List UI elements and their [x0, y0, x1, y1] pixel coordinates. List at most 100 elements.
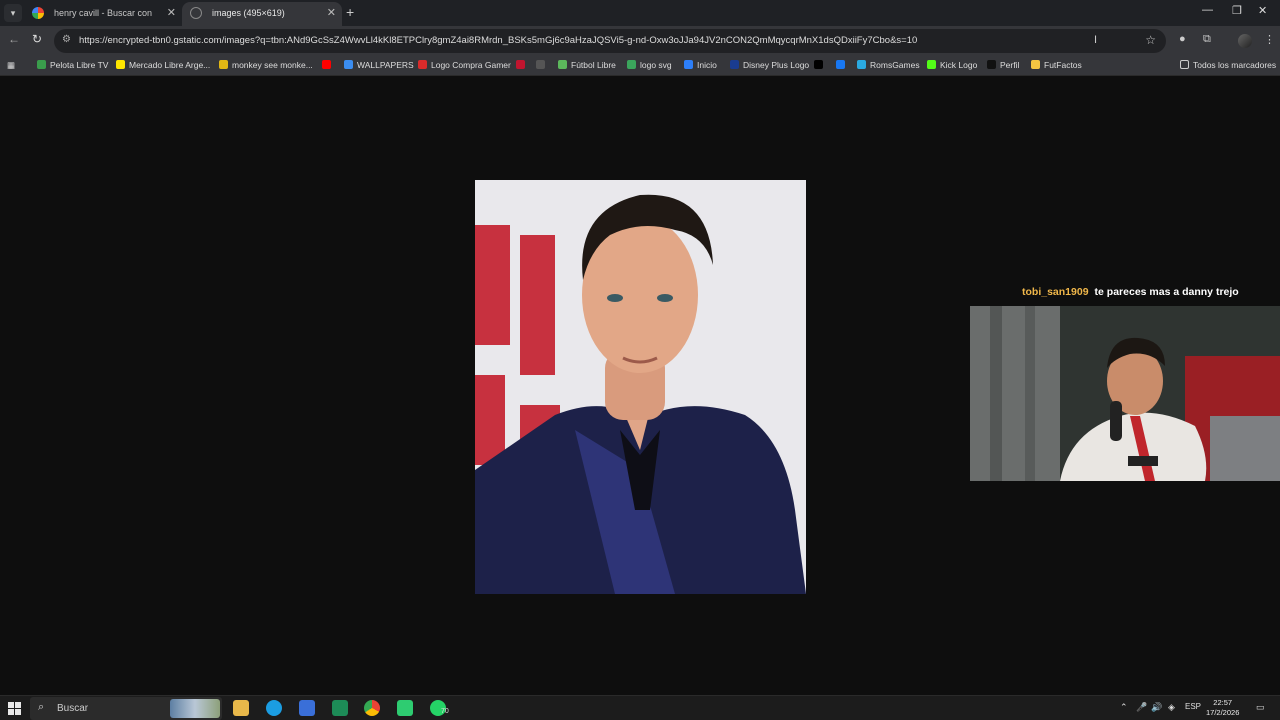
bookmark-item[interactable]: RomsGames [857, 60, 920, 70]
file-explorer-icon[interactable] [233, 700, 249, 716]
site-info-icon[interactable]: ⚙ [62, 34, 71, 45]
extension-icon[interactable]: ● [1179, 33, 1186, 45]
bookmark-favicon-icon [730, 60, 739, 69]
notifications-icon[interactable]: ▭ [1256, 702, 1265, 713]
folder-icon [1180, 60, 1189, 69]
bookmark-item[interactable] [516, 60, 529, 70]
store-icon[interactable] [299, 700, 315, 716]
menu-dots-icon[interactable]: ⋮ [1264, 33, 1275, 46]
close-tab-icon[interactable]: ✕ [327, 2, 336, 24]
bookmark-favicon-icon [37, 60, 46, 69]
tab-strip: ▾ henry cavill - Buscar con Google ✕ ima… [0, 0, 1280, 26]
bookmark-favicon-icon [516, 60, 525, 69]
chat-username: tobi_san1909 [1022, 286, 1089, 298]
app-icon[interactable] [397, 700, 413, 716]
bookmark-item[interactable]: Kick Logo [927, 60, 977, 70]
chat-message: tobi_san1909 te pareces mas a danny trejo [1022, 286, 1239, 298]
back-icon[interactable]: ← [8, 32, 20, 46]
windows-start-icon[interactable] [8, 702, 21, 715]
bookmark-star-icon[interactable]: ☆ [1145, 33, 1156, 47]
bookmark-item[interactable]: WALLPAPERS [344, 60, 414, 70]
new-tab-button[interactable]: + [346, 4, 354, 20]
bookmark-label: Mercado Libre Arge... [129, 60, 211, 70]
portrait-image[interactable] [475, 180, 806, 594]
profile-avatar[interactable] [1238, 34, 1252, 48]
bookmark-item[interactable]: Mercado Libre Arge... [116, 60, 210, 70]
bookmark-label: Perfil [1000, 60, 1020, 70]
bookmark-favicon-icon [1031, 60, 1040, 69]
bookmark-favicon-icon [536, 60, 545, 69]
text-cursor-icon: I [1094, 34, 1098, 46]
bookmark-label: logo svg [640, 60, 672, 70]
portrait-illustration [475, 180, 806, 594]
bookmark-item[interactable] [836, 60, 849, 70]
bookmark-favicon-icon [684, 60, 693, 69]
bookmark-item[interactable]: Inicio [684, 60, 717, 70]
restore-icon[interactable]: ❐ [1232, 4, 1242, 17]
tab-google-search[interactable]: henry cavill - Buscar con Google ✕ [24, 2, 182, 26]
edge-icon[interactable] [266, 700, 282, 716]
bookmark-label: Disney Plus Logo [743, 60, 810, 70]
bookmark-item[interactable]: Logo Compra Gamer [418, 60, 511, 70]
clock-time: 22:57 [1213, 698, 1233, 707]
bookmark-favicon-icon [344, 60, 353, 69]
close-tab-icon[interactable]: ✕ [167, 2, 176, 24]
search-placeholder: Buscar [57, 703, 89, 714]
webcam-overlay [970, 306, 1280, 481]
close-window-icon[interactable]: ✕ [1258, 4, 1267, 17]
search-highlight-image [170, 699, 220, 718]
taskbar-search-box[interactable]: ⌕ Buscar [30, 697, 222, 720]
bookmark-label: RomsGames [870, 60, 920, 70]
bookmark-item[interactable]: Disney Plus Logo [730, 60, 809, 70]
volume-icon[interactable]: 🔊 [1151, 702, 1162, 713]
bookmarks-bar: ▦ Pelota Libre TV Mercado Libre Arge... mo… [0, 56, 1280, 76]
minimize-icon[interactable]: — [1202, 4, 1213, 16]
bookmark-favicon-icon [927, 60, 936, 69]
bookmark-label: FutFactos [1044, 60, 1082, 70]
bookmark-item[interactable] [322, 60, 335, 70]
bookmark-item[interactable]: monkey see monke... [219, 60, 313, 70]
network-icon[interactable]: ◈ [1168, 702, 1175, 713]
bookmark-item[interactable]: Pelota Libre TV [37, 60, 108, 70]
extensions-puzzle-icon[interactable]: ⧉ [1203, 33, 1211, 46]
reload-icon[interactable]: ↻ [32, 32, 42, 46]
bookmark-item[interactable]: Perfil [987, 60, 1019, 70]
microphone-icon[interactable]: 🎤 [1136, 702, 1147, 713]
tray-chevron-icon[interactable]: ⌃ [1120, 702, 1128, 713]
chat-text: te pareces mas a danny trejo [1094, 286, 1239, 298]
bookmark-item[interactable] [536, 60, 549, 70]
bookmark-item[interactable]: logo svg [627, 60, 672, 70]
bookmark-label: Pelota Libre TV [50, 60, 109, 70]
whatsapp-badge: 70 [441, 708, 449, 715]
tab-search-button[interactable]: ▾ [4, 4, 22, 22]
system-clock[interactable]: 22:57 17/2/2026 [1206, 698, 1239, 718]
all-bookmarks-folder[interactable]: Todos los marcadores [1180, 60, 1276, 70]
bookmark-favicon-icon [627, 60, 636, 69]
bookmark-label: Logo Compra Gamer [431, 60, 511, 70]
tab-image[interactable]: images (495×619) ✕ [182, 2, 342, 26]
browser-toolbar: ← ↻ ⚙ https://encrypted-tbn0.gstatic.com… [0, 26, 1280, 56]
apps-grid-icon[interactable]: ▦ [7, 60, 15, 71]
search-icon: ⌕ [38, 701, 45, 713]
bookmark-favicon-icon [814, 60, 823, 69]
webcam-illustration [970, 306, 1280, 481]
bookmark-favicon-icon [857, 60, 866, 69]
bookmark-favicon-icon [418, 60, 427, 69]
tab-title: images (495×619) [212, 8, 285, 18]
bookmark-item[interactable] [814, 60, 827, 70]
bookmark-favicon-icon [987, 60, 996, 69]
bookmark-favicon-icon [836, 60, 845, 69]
url-text: https://encrypted-tbn0.gstatic.com/image… [79, 35, 918, 46]
clock-date: 17/2/2026 [1206, 708, 1240, 717]
bookmark-item[interactable]: Fútbol Libre [558, 60, 616, 70]
bookmark-item[interactable]: FutFactos [1031, 60, 1082, 70]
bookmark-favicon-icon [219, 60, 228, 69]
bookmark-label: Kick Logo [940, 60, 978, 70]
chrome-icon[interactable] [364, 700, 380, 716]
tab-title: henry cavill - Buscar con Google [54, 8, 154, 18]
bookmark-label: monkey see monke... [232, 60, 313, 70]
excel-icon[interactable] [332, 700, 348, 716]
language-indicator[interactable]: ESP [1185, 702, 1201, 711]
bookmark-label: WALLPAPERS [357, 60, 414, 70]
address-bar[interactable]: ⚙ https://encrypted-tbn0.gstatic.com/ima… [54, 29, 1166, 53]
